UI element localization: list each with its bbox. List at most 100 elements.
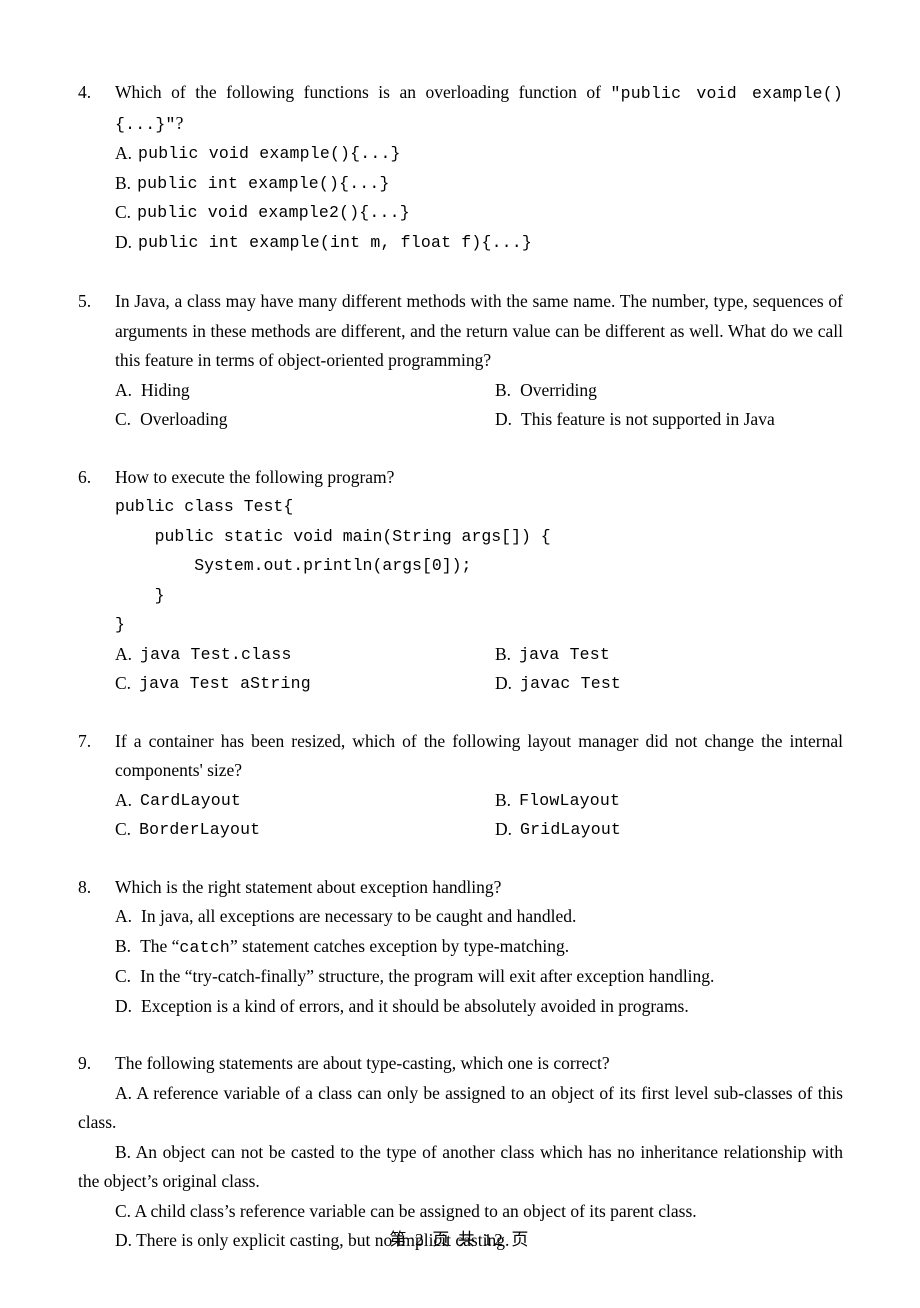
- option-c[interactable]: C. In the “try-catch-finally” structure,…: [115, 962, 875, 992]
- option-a-label: A.: [115, 143, 133, 163]
- option-b[interactable]: B. An object can not be casted to the ty…: [78, 1138, 843, 1197]
- option-d-text: GridLayout: [520, 820, 622, 839]
- option-d-label: D.: [115, 995, 133, 1016]
- option-a[interactable]: A. Hiding: [115, 376, 495, 406]
- question-4-number: 4.: [78, 82, 92, 102]
- option-d[interactable]: D. Exception is a kind of errors, and it…: [115, 992, 875, 1022]
- question-4: 4. Which of the following functions is a…: [78, 78, 843, 257]
- option-b-label: B.: [495, 379, 512, 400]
- option-b-text-post: ” statement catches exception by type-ma…: [229, 935, 570, 956]
- option-b[interactable]: B. java Test: [495, 640, 875, 670]
- option-c-text: BorderLayout: [139, 820, 261, 839]
- option-d-text: javac Test: [520, 674, 622, 693]
- question-4-stem-suffix: ?: [175, 112, 184, 133]
- option-row: A. In java, all exceptions are necessary…: [115, 902, 843, 932]
- option-c[interactable]: C. public void example2(){...}: [115, 198, 875, 228]
- option-b-text: java Test: [519, 644, 610, 664]
- option-a[interactable]: A. CardLayout: [115, 786, 495, 816]
- option-c-text: public void example2(){...}: [137, 203, 410, 222]
- question-4-options: A. public void example(){...} B. public …: [78, 139, 843, 257]
- option-row: A. Hiding B. Overriding: [115, 376, 843, 406]
- option-b-text: public int example(){...}: [137, 173, 390, 193]
- option-a-label: A.: [115, 906, 133, 926]
- question-8-number: 8.: [78, 876, 92, 897]
- option-row: C. java Test aString D. javac Test: [115, 669, 843, 699]
- option-row: D. Exception is a kind of errors, and it…: [115, 992, 843, 1022]
- question-8-head: 8. Which is the right statement about ex…: [78, 873, 843, 903]
- option-c[interactable]: C. A child class’s reference variable ca…: [78, 1197, 843, 1227]
- question-4-stem: Which of the following functions is an o…: [115, 78, 843, 139]
- question-8-stem: Which is the right statement about excep…: [115, 876, 502, 897]
- option-b-text: The “catch” statement catches exception …: [131, 932, 569, 963]
- option-d[interactable]: D. This feature is not supported in Java: [495, 405, 875, 435]
- option-row: A. CardLayout B. FlowLayout: [115, 786, 843, 816]
- question-6-options: A. java Test.class B. java Test C. java …: [78, 640, 843, 699]
- question-6: 6. How to execute the following program?…: [78, 463, 843, 699]
- option-c-text: In the “try-catch-finally” structure, th…: [140, 966, 715, 986]
- option-c-label: C.: [115, 819, 132, 839]
- question-6-stem: How to execute the following program?: [115, 466, 395, 487]
- question-8-options: A. In java, all exceptions are necessary…: [78, 902, 843, 1021]
- option-a-label: A.: [115, 379, 133, 400]
- option-d-text: This feature is not supported in Java: [521, 409, 775, 429]
- question-6-number: 6.: [78, 466, 92, 487]
- option-a-text: In java, all exceptions are necessary to…: [141, 906, 577, 926]
- question-9-head: 9. The following statements are about ty…: [78, 1049, 843, 1079]
- question-9: 9. The following statements are about ty…: [78, 1049, 843, 1256]
- option-d-label: D.: [115, 231, 133, 252]
- option-a-label: A.: [115, 789, 133, 810]
- exam-page: 4. Which of the following functions is a…: [0, 0, 920, 1308]
- question-5-options: A. Hiding B. Overriding C. Overloading D…: [78, 376, 843, 435]
- option-row: A. java Test.class B. java Test: [115, 640, 843, 670]
- option-d-label: D.: [495, 819, 513, 839]
- option-row: B. public int example(){...}: [115, 169, 843, 199]
- option-a-text: CardLayout: [140, 790, 242, 810]
- option-d[interactable]: D. javac Test: [495, 669, 875, 699]
- option-row: C. In the “try-catch-finally” structure,…: [115, 962, 843, 992]
- option-b[interactable]: B. public int example(){...}: [115, 169, 875, 199]
- option-row: D. public int example(int m, float f){..…: [115, 228, 843, 258]
- option-c-label: C.: [115, 409, 132, 429]
- option-b-label: B.: [115, 935, 132, 956]
- option-row: C. public void example2(){...}: [115, 198, 843, 228]
- option-d[interactable]: D. GridLayout: [495, 815, 875, 845]
- option-a-text: Hiding: [141, 379, 190, 400]
- option-c[interactable]: C. Overloading: [115, 405, 495, 435]
- question-4-head: 4. Which of the following functions is a…: [78, 78, 843, 139]
- option-b[interactable]: B. Overriding: [495, 376, 875, 406]
- option-a-label: A.: [115, 643, 133, 664]
- page-footer: 第 2 页 共 12 页: [389, 1230, 531, 1249]
- option-d-label: D.: [495, 673, 513, 693]
- option-d-text: Exception is a kind of errors, and it sh…: [141, 995, 689, 1016]
- option-d[interactable]: D. public int example(int m, float f){..…: [115, 228, 875, 258]
- option-c-text: java Test aString: [139, 674, 311, 693]
- option-c-label: C.: [115, 966, 132, 986]
- option-c-label: C.: [115, 673, 132, 693]
- question-7-stem: If a container has been resized, which o…: [115, 730, 843, 781]
- question-9-number: 9.: [78, 1053, 92, 1073]
- option-a[interactable]: A. In java, all exceptions are necessary…: [115, 902, 875, 932]
- question-5-head: 5. In Java, a class may have many differ…: [78, 287, 843, 376]
- question-8: 8. Which is the right statement about ex…: [78, 873, 843, 1022]
- option-c[interactable]: C. java Test aString: [115, 669, 495, 699]
- option-b-text-code: catch: [179, 937, 230, 957]
- option-b[interactable]: B. FlowLayout: [495, 786, 875, 816]
- option-a[interactable]: A. java Test.class: [115, 640, 495, 670]
- question-5-number: 5.: [78, 291, 92, 311]
- option-c[interactable]: C. BorderLayout: [115, 815, 495, 845]
- option-d-text: public int example(int m, float f){...}: [138, 232, 532, 252]
- question-6-head: 6. How to execute the following program?: [78, 463, 843, 493]
- option-b-label: B.: [115, 172, 132, 193]
- question-7-number: 7.: [78, 730, 92, 751]
- option-c-label: C.: [115, 202, 132, 222]
- question-7: 7. If a container has been resized, whic…: [78, 727, 843, 845]
- option-b-label: B.: [495, 643, 512, 664]
- question-9-stem: The following statements are about type-…: [115, 1053, 610, 1073]
- option-row: A. public void example(){...}: [115, 139, 843, 169]
- question-5-stem: In Java, a class may have many different…: [115, 291, 843, 370]
- option-a[interactable]: A. public void example(){...}: [115, 139, 875, 169]
- option-b[interactable]: B. The “catch” statement catches excepti…: [115, 932, 875, 963]
- option-b-text: FlowLayout: [519, 790, 621, 810]
- question-7-options: A. CardLayout B. FlowLayout C. BorderLay…: [78, 786, 843, 845]
- option-a[interactable]: A. A reference variable of a class can o…: [78, 1079, 843, 1138]
